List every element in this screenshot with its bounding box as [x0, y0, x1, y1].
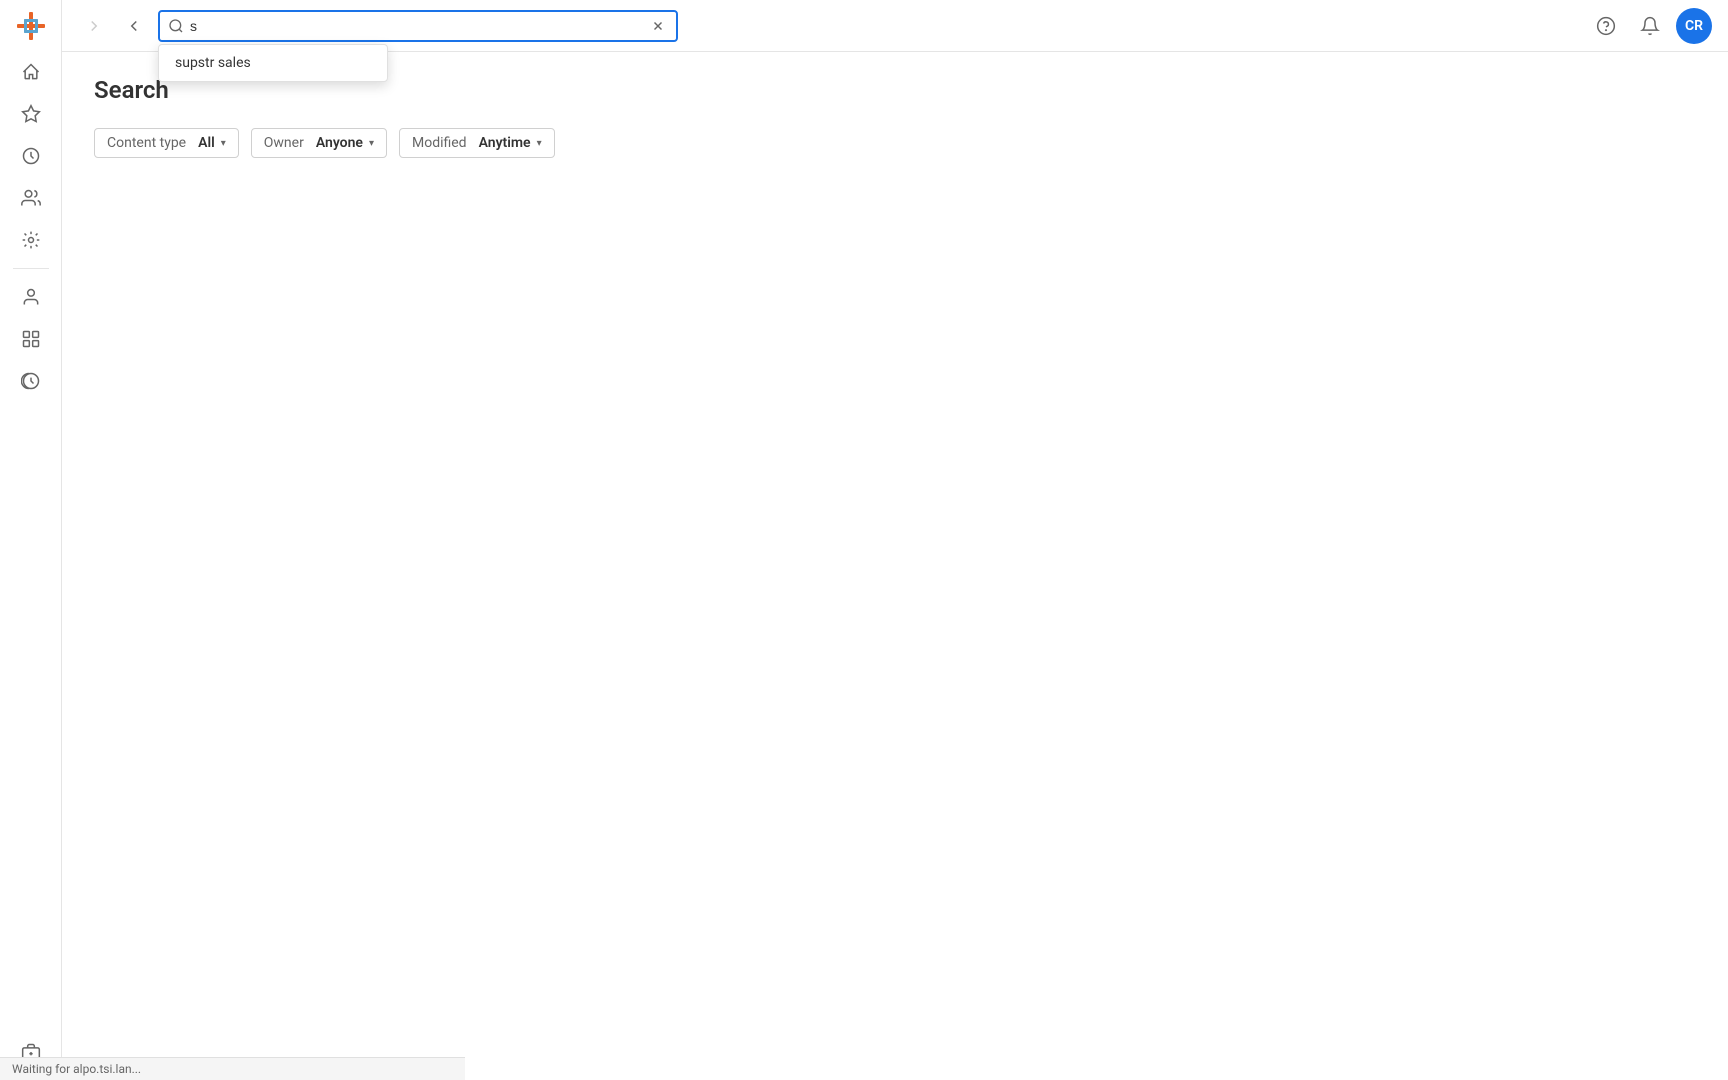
- sidebar-item-shared[interactable]: [11, 178, 51, 218]
- status-bar: Waiting for alpo.tsi.lan...: [0, 1057, 465, 1080]
- filter-owner[interactable]: Owner Anyone ▾: [251, 128, 387, 158]
- app-logo: [13, 8, 49, 44]
- header: supstr sales: [62, 0, 1728, 52]
- filter-content-type[interactable]: Content type All ▾: [94, 128, 239, 158]
- sidebar-item-home[interactable]: [11, 52, 51, 92]
- filter-bar: Content type All ▾ Owner Anyone ▾ Modifi…: [94, 128, 1696, 158]
- search-input-wrapper: [158, 10, 678, 42]
- filter-modified[interactable]: Modified Anytime ▾: [399, 128, 555, 158]
- notifications-button[interactable]: [1632, 8, 1668, 44]
- sidebar-divider: [13, 268, 49, 269]
- search-icon: [168, 18, 184, 34]
- sidebar: [0, 0, 62, 1080]
- filter-content-type-value: All: [198, 135, 215, 151]
- header-actions: CR: [1588, 8, 1712, 44]
- filter-owner-label: Owner: [264, 135, 304, 151]
- search-bar-container: supstr sales: [158, 10, 678, 42]
- filter-owner-value: Anyone: [316, 135, 363, 151]
- sidebar-item-recommendations[interactable]: [11, 220, 51, 260]
- filter-modified-chevron: ▾: [537, 138, 542, 149]
- sidebar-item-recents[interactable]: [11, 136, 51, 176]
- filter-content-type-chevron: ▾: [221, 138, 226, 149]
- search-clear-button[interactable]: [648, 16, 668, 36]
- filter-modified-label: Modified: [412, 135, 467, 151]
- sidebar-item-external[interactable]: [11, 361, 51, 401]
- filter-content-type-label: Content type: [107, 135, 186, 151]
- back-button[interactable]: [118, 10, 150, 42]
- sidebar-nav-top: [0, 52, 61, 401]
- sidebar-item-groups[interactable]: [11, 319, 51, 359]
- status-text: Waiting for alpo.tsi.lan...: [12, 1062, 141, 1076]
- help-button[interactable]: [1588, 8, 1624, 44]
- user-avatar[interactable]: CR: [1676, 8, 1712, 44]
- filter-modified-value: Anytime: [479, 135, 531, 151]
- sidebar-item-favorites[interactable]: [11, 94, 51, 134]
- autocomplete-item[interactable]: supstr sales: [159, 45, 387, 81]
- forward-button[interactable]: [78, 10, 110, 42]
- sidebar-item-user[interactable]: [11, 277, 51, 317]
- filter-owner-chevron: ▾: [369, 138, 374, 149]
- search-input[interactable]: [190, 18, 642, 34]
- main-content: supstr sales: [62, 0, 1728, 1080]
- autocomplete-dropdown: supstr sales: [158, 44, 388, 82]
- page-body: Search Content type All ▾ Owner Anyone ▾…: [62, 52, 1728, 1080]
